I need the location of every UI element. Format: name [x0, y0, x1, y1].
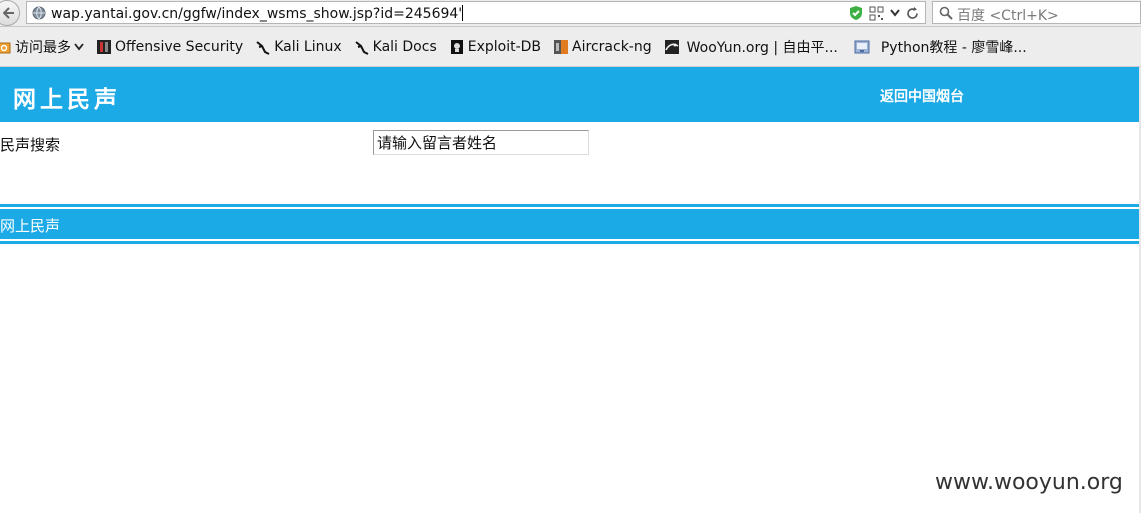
shield-check-icon[interactable]: [849, 5, 863, 21]
wooyun-icon: [664, 39, 679, 54]
browser-navbar: wap.yantai.gov.cn/ggfw/index_wsms_show.j…: [0, 0, 1141, 27]
bookmark-most-visited[interactable]: 访问最多: [0, 37, 84, 57]
bookmark-aircrack-ng[interactable]: Aircrack-ng: [553, 39, 652, 55]
python-tutorial-icon: [854, 40, 870, 53]
exploit-db-icon: [450, 39, 463, 54]
search-icon: [939, 6, 953, 20]
home-link[interactable]: 返回中国烟台: [880, 86, 964, 106]
site-header: 网上民声 返回中国烟台: [0, 67, 1141, 122]
url-text[interactable]: wap.yantai.gov.cn/ggfw/index_wsms_show.j…: [51, 5, 464, 22]
qr-code-icon[interactable]: [869, 6, 884, 21]
search-placeholder: 百度 <Ctrl+K>: [957, 8, 1059, 24]
bookmarks-toolbar: 访问最多 Offensive Security Kali Linux Kali …: [0, 27, 1141, 67]
aircrack-icon: [554, 39, 569, 54]
bookmark-python-tutorial[interactable]: Python教程 - 廖雪峰...: [854, 37, 1027, 57]
url-bar-icons: [849, 5, 919, 21]
reload-icon[interactable]: [906, 6, 919, 20]
kali-dragon-icon: [355, 40, 369, 55]
url-bar[interactable]: wap.yantai.gov.cn/ggfw/index_wsms_show.j…: [26, 1, 926, 24]
bookmark-kali-linux[interactable]: Kali Linux: [255, 39, 342, 55]
search-label: 民声搜索: [0, 136, 61, 154]
footer-bar: 网上民声: [0, 209, 1141, 239]
footer-divider-top: [0, 204, 1141, 207]
bookmark-exploit-db[interactable]: Exploit-DB: [449, 39, 541, 55]
arrow-left-icon: [3, 7, 14, 19]
most-visited-folder-icon: [0, 42, 11, 53]
name-search-input[interactable]: [373, 130, 589, 155]
browser-search-box[interactable]: 百度 <Ctrl+K>: [932, 1, 1141, 24]
chevron-down-icon[interactable]: [890, 9, 900, 17]
page-title: 网上民声: [13, 87, 121, 113]
globe-icon: [32, 6, 46, 20]
text-caret: [462, 5, 464, 21]
watermark: www.wooyun.org: [935, 470, 1123, 495]
bookmark-kali-docs[interactable]: Kali Docs: [354, 39, 437, 55]
offensive-security-icon: [97, 39, 111, 54]
footer-divider-bottom: [0, 241, 1141, 244]
back-button[interactable]: [0, 0, 20, 26]
footer-text: 网上民声: [0, 217, 61, 235]
bookmark-wooyun[interactable]: WooYun.org | 自由平...: [664, 37, 838, 57]
kali-dragon-icon: [256, 40, 270, 55]
chevron-down-icon: [74, 42, 84, 50]
bookmark-offensive-security[interactable]: Offensive Security: [96, 39, 243, 55]
